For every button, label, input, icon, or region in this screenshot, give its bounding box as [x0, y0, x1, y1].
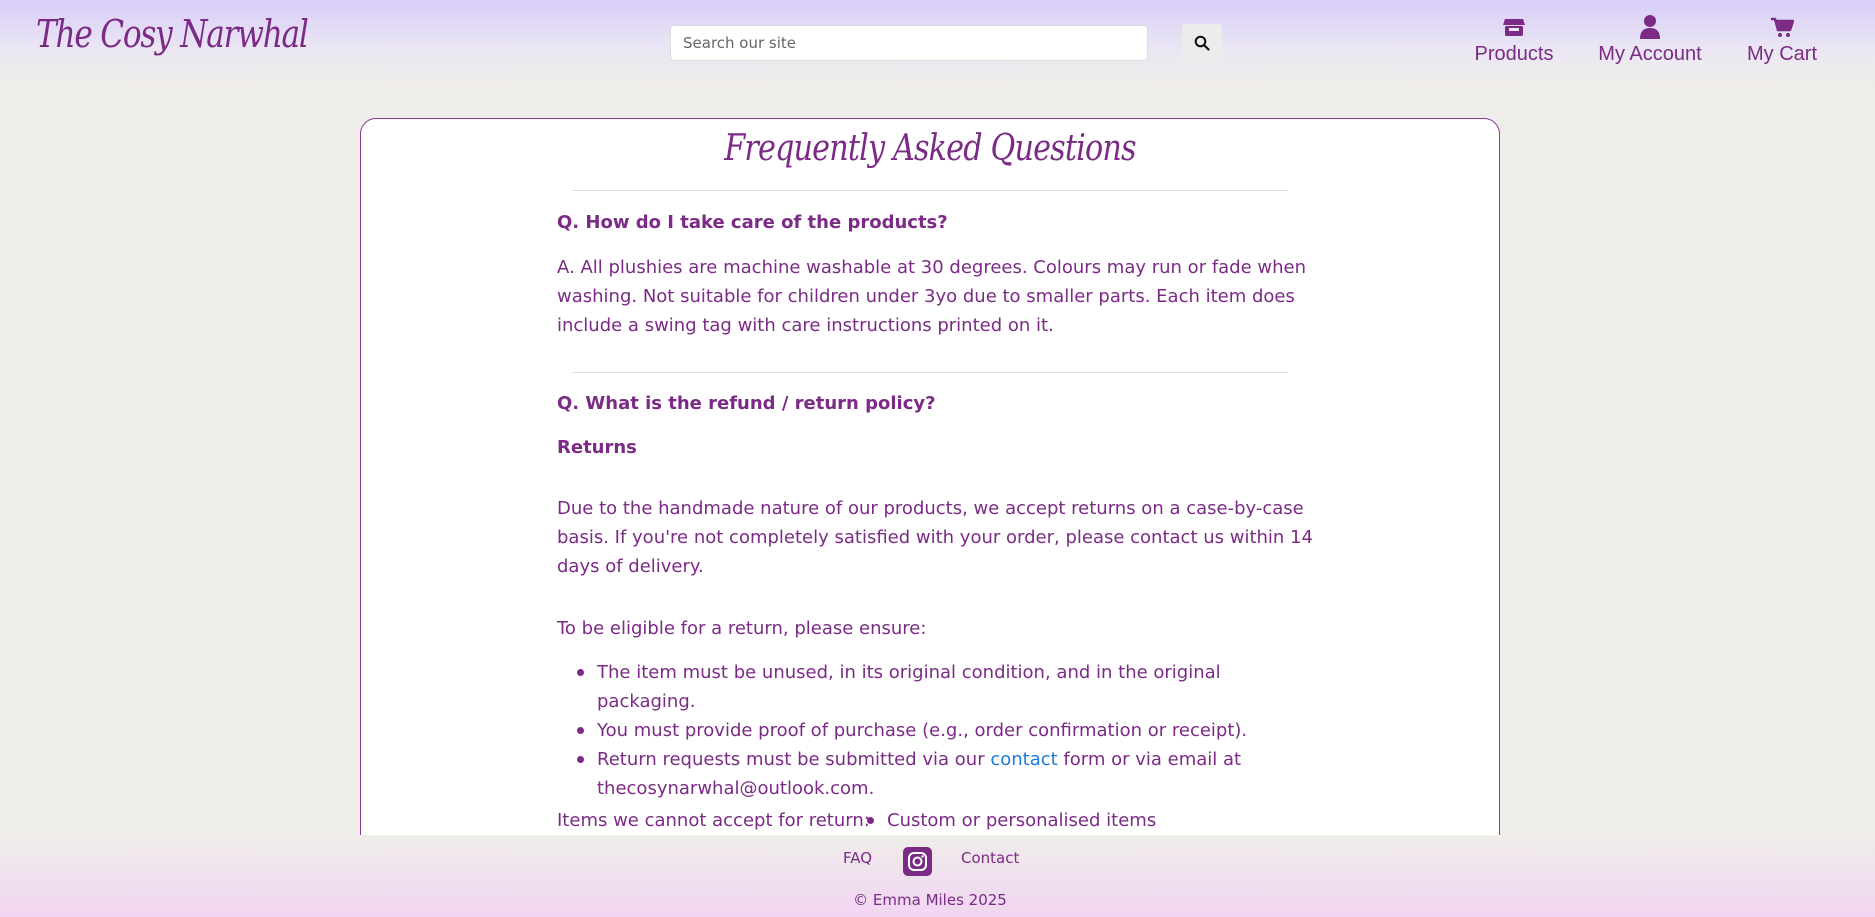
footer-contact-link[interactable]: Contact [961, 849, 1019, 867]
divider [572, 372, 1288, 373]
nav-my-account[interactable]: My Account [1596, 14, 1704, 66]
nav-products[interactable]: Products [1472, 14, 1556, 66]
instagram-icon[interactable] [903, 847, 932, 876]
eligibility-intro: To be eligible for a return, please ensu… [557, 618, 927, 639]
search-button[interactable] [1182, 24, 1222, 62]
nav-products-label: Products [1474, 43, 1554, 65]
search-input[interactable] [670, 25, 1148, 61]
eligibility-list: The item must be unused, in its original… [577, 658, 1317, 803]
faq-question-care: Q. How do I take care of the products? [557, 212, 948, 233]
copyright: © Emma Miles 2025 [853, 891, 1007, 909]
nav-my-cart[interactable]: My Cart [1744, 14, 1820, 66]
not-accepted-intro: Items we cannot accept for return: [557, 810, 870, 831]
returns-intro: Due to the handmade nature of our produc… [557, 498, 1313, 577]
faq-question-returns: Q. What is the refund / return policy? [557, 393, 936, 414]
list-item: Custom or personalised items [867, 806, 1287, 835]
list-item: Return requests must be submitted via ou… [577, 745, 1317, 803]
faq-answer-care: A. All plushies are machine washable at … [557, 257, 1307, 336]
search-icon [1194, 35, 1210, 51]
page-title: Frequently Asked Questions [724, 128, 1136, 169]
store-icon [1503, 19, 1525, 36]
user-icon [1640, 15, 1660, 39]
returns-heading: Returns [557, 437, 637, 458]
nav-my-cart-label: My Cart [1747, 43, 1817, 65]
site-footer: FAQ Contact © Emma Miles 2025 [0, 835, 1875, 917]
cart-icon [1771, 17, 1794, 37]
site-logo[interactable]: The Cosy Narwhal [36, 12, 309, 56]
list-item: The item must be unused, in its original… [577, 658, 1317, 716]
footer-faq-link[interactable]: FAQ [843, 849, 872, 867]
nav-my-account-label: My Account [1598, 43, 1702, 65]
list-item: You must provide proof of purchase (e.g.… [577, 716, 1317, 745]
site-header: The Cosy Narwhal Products My Account My … [0, 0, 1875, 84]
not-accepted-list: Custom or personalised items [867, 806, 1287, 835]
contact-link[interactable]: contact [990, 749, 1057, 770]
divider [572, 190, 1288, 191]
